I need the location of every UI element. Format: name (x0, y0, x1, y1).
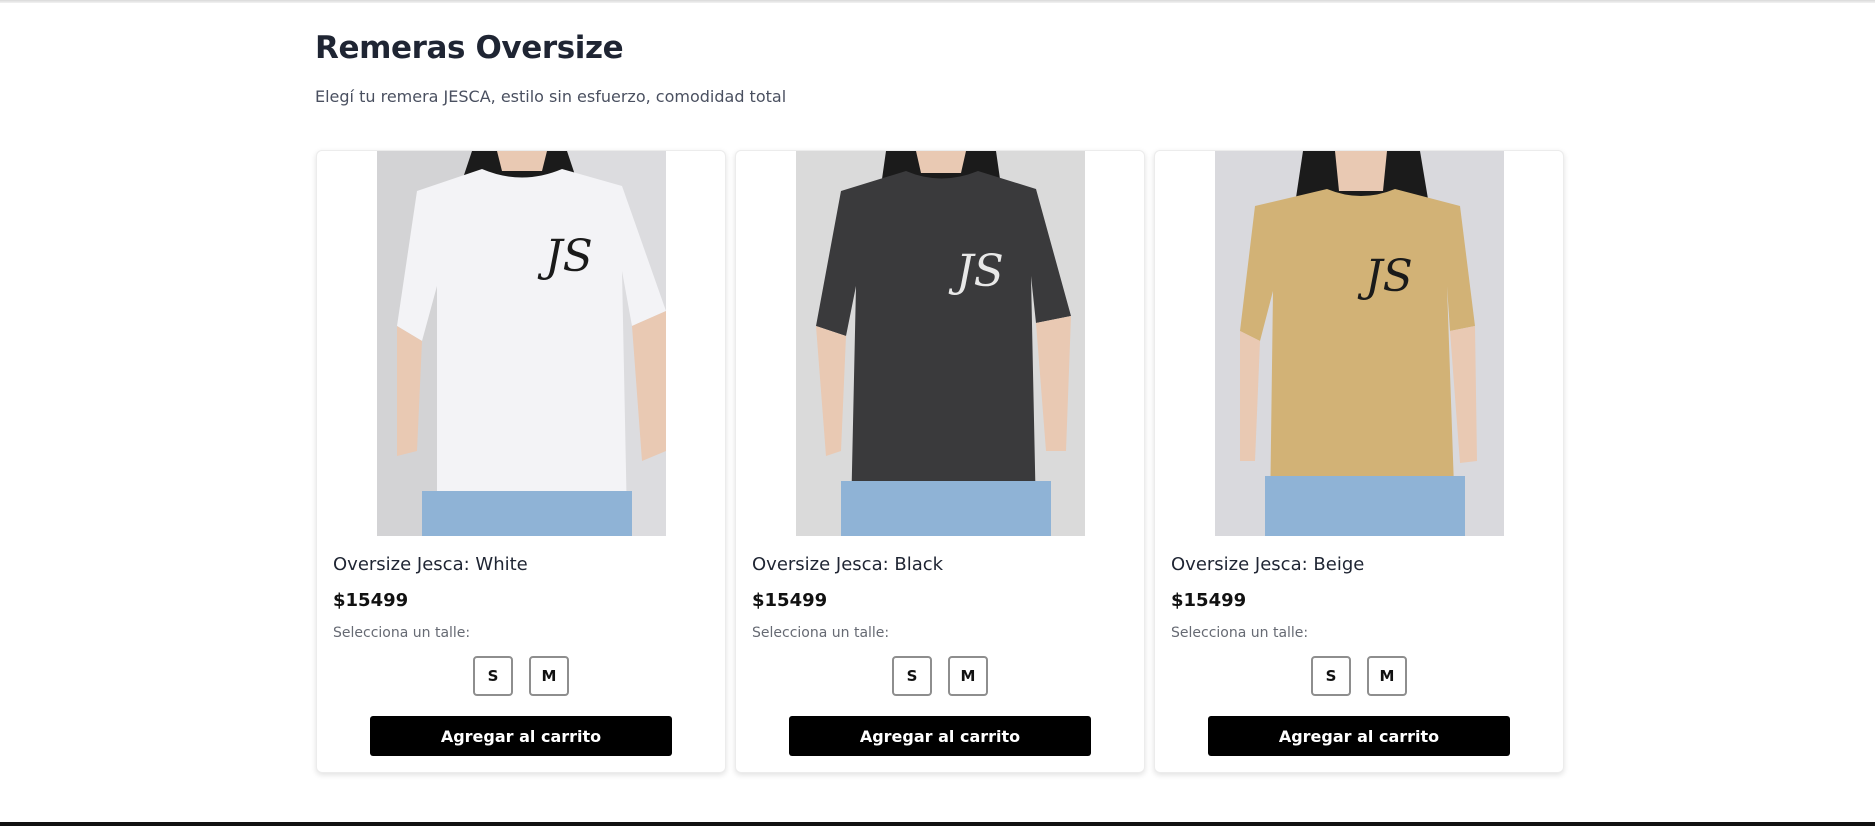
size-button-m[interactable]: M (1367, 656, 1407, 696)
product-image-beige[interactable]: JS (1215, 151, 1504, 536)
size-button-s[interactable]: S (1311, 656, 1351, 696)
add-to-cart-button[interactable]: Agregar al carrito (1208, 716, 1510, 756)
product-name: Oversize Jesca: Beige (1171, 554, 1365, 575)
size-prompt: Selecciona un talle: (1171, 625, 1309, 641)
size-button-s[interactable]: S (473, 656, 513, 696)
footer-edge (0, 822, 1875, 826)
add-to-cart-button[interactable]: Agregar al carrito (370, 716, 672, 756)
product-name: Oversize Jesca: Black (752, 554, 944, 575)
product-card-beige: JS Oversize Jesca: Beige $15499 Seleccio… (1154, 150, 1564, 773)
product-name: Oversize Jesca: White (333, 554, 528, 575)
size-prompt: Selecciona un talle: (333, 625, 471, 641)
top-divider (0, 0, 1875, 3)
svg-text:JS: JS (537, 231, 593, 282)
product-price: $15499 (333, 590, 409, 611)
product-price: $15499 (1171, 590, 1247, 611)
product-card-black: JS Oversize Jesca: Black $15499 Seleccio… (735, 150, 1145, 773)
size-button-m[interactable]: M (948, 656, 988, 696)
size-button-s[interactable]: S (892, 656, 932, 696)
size-prompt: Selecciona un talle: (752, 625, 890, 641)
svg-text:JS: JS (948, 246, 1004, 297)
product-image-white[interactable]: JS (377, 151, 666, 536)
page-title: Remeras Oversize (315, 30, 624, 66)
add-to-cart-button[interactable]: Agregar al carrito (789, 716, 1091, 756)
product-card-white: JS Oversize Jesca: White $15499 Seleccio… (316, 150, 726, 773)
product-image-black[interactable]: JS (796, 151, 1085, 536)
product-price: $15499 (752, 590, 828, 611)
size-button-m[interactable]: M (529, 656, 569, 696)
svg-text:JS: JS (1357, 251, 1413, 302)
page-subtitle: Elegí tu remera JESCA, estilo sin esfuer… (315, 87, 787, 106)
